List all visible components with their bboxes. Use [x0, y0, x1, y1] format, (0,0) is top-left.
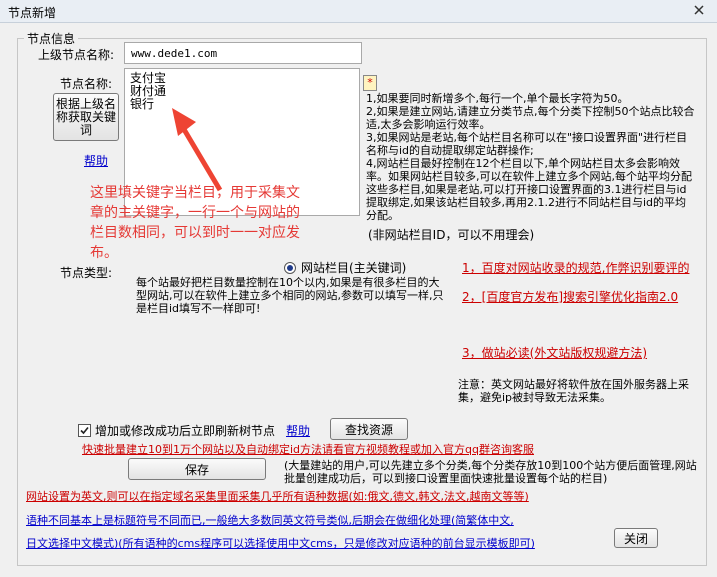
annotation-text: 这里填关键字当栏目，用于采集文章的主关键字，一行一个与网站的栏目数相同，可以到时…	[90, 185, 300, 261]
instruction-item: 1,如果要同时新增多个,每行一个,单个最长字符为50。	[366, 92, 629, 105]
checkbox-checked-icon	[78, 424, 91, 437]
instruction-item: 2,如果是建立网站,请建立分类节点,每个分类下控制50个站点比较合适,太多会影响…	[366, 105, 695, 131]
instructions-block: 1,如果要同时新增多个,每行一个,单个最长字符为50。 2,如果是建立网站,请建…	[366, 92, 696, 222]
node-type-label: 节点类型:	[60, 266, 113, 280]
window-close-button[interactable]	[689, 2, 709, 18]
language-link-blue-2[interactable]: 日文选择中文模式)(所有语种的cms程序可以选择使用中文cms，只是修改对应语种…	[26, 535, 535, 551]
save-button[interactable]: 保存	[128, 458, 266, 480]
node-name-label: 节点名称:	[60, 77, 113, 91]
red-link-2[interactable]: 2，[百度官方发布]搜索引擎优化指南2.0	[462, 288, 678, 305]
batch-build-link[interactable]: 快速批量建立10到1万个网站以及自动绑定id方法请看官方视频教程或加入官方qq群…	[82, 441, 534, 457]
node-type-description: 每个站最好把栏目数量控制在10个以内,如果是有很多栏目的大型网站,可以在软件上建…	[136, 276, 444, 315]
node-type-radio[interactable]: 网站栏目(主关键词)	[284, 259, 406, 276]
language-link-red[interactable]: 网站设置为英文,则可以在指定域名采集里面采集几乎所有语种数据(如:俄文,德文,韩…	[26, 488, 529, 504]
foreign-server-note: 注意：英文网站最好将软件放在国外服务器上采集，避免ip被封导致无法采集。	[458, 378, 689, 404]
parent-node-label: 上级节点名称:	[38, 48, 115, 62]
fetch-keywords-button[interactable]: 根据上级名称获取关键词	[53, 93, 119, 141]
help-link[interactable]: 帮助	[84, 152, 108, 169]
radio-selected-icon	[284, 261, 296, 274]
required-asterisk: *	[363, 75, 377, 91]
language-link-blue-1[interactable]: 语种不同基本上是标题符号不同而已,一般绝大多数同英文符号类似,后期会在做细化处理…	[26, 512, 514, 528]
refresh-checkbox[interactable]: 增加或修改成功后立即刷新树节点	[78, 422, 275, 439]
red-link-3[interactable]: 3，做站必读(外文站版权规避方法)	[462, 344, 647, 361]
window-title: 节点新增	[8, 6, 57, 20]
instruction-item: 3,如果网站是老站,每个站栏目名称可以在"接口设置界面"进行栏目名称与id的自动…	[366, 131, 688, 157]
find-resources-button[interactable]: 查找资源	[330, 418, 408, 440]
close-button[interactable]: 关闭	[614, 528, 658, 548]
group-title: 节点信息	[24, 30, 79, 47]
node-type-radio-label: 网站栏目(主关键词)	[301, 261, 407, 275]
save-note: (大量建站的用户,可以先建立多个分类,每个分类存放10到100个站方便后面管理,…	[284, 459, 697, 485]
refresh-checkbox-label: 增加或修改成功后立即刷新树节点	[95, 424, 276, 438]
instruction-item: 4,网站栏目最好控制在12个栏目以下,单个网站栏目太多会影响效率。如果网站栏目较…	[366, 157, 692, 222]
parent-node-field[interactable]: www.dede1.com	[124, 42, 362, 64]
close-icon	[694, 5, 704, 15]
red-link-1[interactable]: 1，百度对网站收录的规范,作弊识别要评的	[462, 259, 689, 276]
help-link-2[interactable]: 帮助	[286, 422, 310, 439]
node-name-line: 财付通	[130, 84, 167, 98]
title-bar	[0, 0, 717, 23]
no-id-note: (非网站栏目ID，可以不用理会)	[368, 228, 535, 242]
